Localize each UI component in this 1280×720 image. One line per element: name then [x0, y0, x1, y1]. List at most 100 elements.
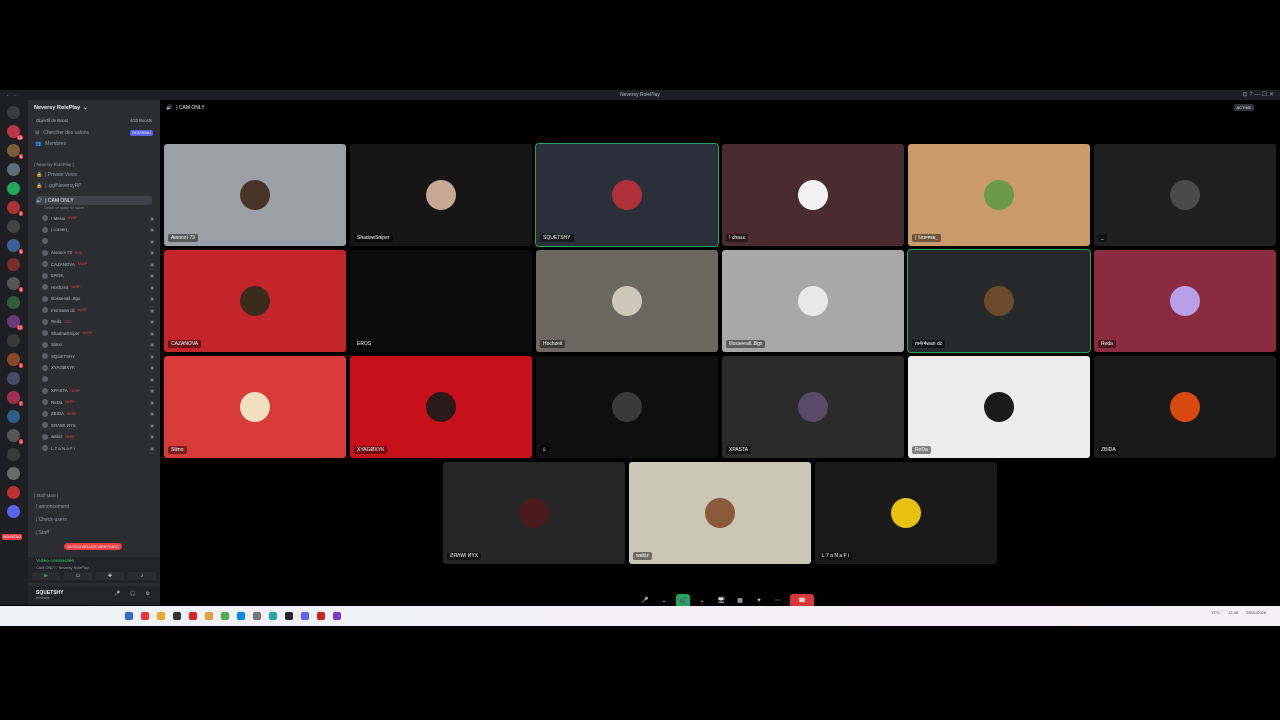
- video-tile[interactable]: Reda: [1094, 250, 1276, 352]
- video-tile[interactable]: ƧЯΛWI ИYX: [443, 462, 625, 564]
- server-icon[interactable]: [7, 410, 20, 423]
- taskbar-app-icon[interactable]: [221, 612, 229, 620]
- video-tile[interactable]: SQUETSHY: [535, 143, 719, 247]
- voice-member[interactable]: ZBIDA NVRP ▣: [42, 410, 154, 418]
- taskbar-app-icon[interactable]: [205, 612, 213, 620]
- voice-member[interactable]: ▣: [42, 237, 154, 245]
- voice-member[interactable]: m4r4wan dz NVRP ▣: [42, 306, 154, 314]
- user-controls[interactable]: 🎤 🎧 ⚙: [114, 591, 154, 597]
- browse-channels-item[interactable]: ⊞ Chercher des salons NOUVEAU: [32, 127, 156, 138]
- server-icon[interactable]: [7, 296, 20, 309]
- activities-button[interactable]: ✚: [96, 572, 124, 580]
- server-icon[interactable]: 4: [7, 429, 23, 444]
- server-icon[interactable]: [7, 486, 20, 499]
- clock-time[interactable]: 17:36: [1228, 610, 1238, 615]
- taskbar-app-icon[interactable]: [301, 612, 309, 620]
- voice-member[interactable]: EROS ▣: [42, 272, 154, 280]
- server-icon[interactable]: [7, 163, 20, 176]
- server-icon[interactable]: [7, 220, 20, 233]
- user-panel[interactable]: SQUETSHY Invisible 🎤 🎧 ⚙: [28, 586, 160, 605]
- channel-invite[interactable]: 🔒 | .gg/NeversyRP: [36, 181, 152, 190]
- voice-member[interactable]: Aiooooï 73 EOS ▣: [42, 249, 154, 257]
- voice-member[interactable]: SQUETSHY ▣: [42, 352, 154, 360]
- taskbar-app-icon[interactable]: [141, 612, 149, 620]
- video-tile[interactable]: _: [1094, 144, 1276, 246]
- video-tile[interactable]: ReDa: [908, 356, 1090, 458]
- guild-header[interactable]: Neversy RolePlay ⌄: [28, 100, 160, 116]
- weather[interactable]: 17°C: [1211, 610, 1220, 615]
- voice-member[interactable]: Slimo ▣: [42, 341, 154, 349]
- channel-cam-only[interactable]: 🔊 | CAM ONLY: [36, 196, 152, 205]
- server-icon[interactable]: [7, 372, 20, 385]
- video-tile[interactable]: Aiooooï 73: [164, 144, 346, 246]
- server-icon[interactable]: [7, 106, 20, 119]
- voice-member[interactable]: XPASTA OSRP ▣: [42, 387, 154, 395]
- server-icon[interactable]: [7, 182, 20, 195]
- channel-announcement[interactable]: | annoncement: [36, 502, 152, 511]
- video-tile[interactable]: m4r4wan dz: [907, 249, 1091, 353]
- voice-member[interactable]: XYAGØXYK ▣: [42, 364, 154, 372]
- voice-member[interactable]: ! Messi NVRP ▣: [42, 214, 154, 222]
- members-item[interactable]: 👥 Membres: [32, 138, 156, 149]
- server-icon[interactable]: 16: [7, 125, 23, 140]
- server-icon[interactable]: 9: [7, 144, 23, 159]
- category-neversy[interactable]: | Neversy RolePlay |: [34, 162, 74, 167]
- server-icon[interactable]: 3: [7, 277, 23, 292]
- server-icon[interactable]: 12: [7, 315, 23, 330]
- video-tile[interactable]: EROS: [350, 250, 532, 352]
- voice-location[interactable]: CAM ONLY / Neversy RolePlay: [36, 566, 89, 570]
- voice-member[interactable]: Reda OSC ▣: [42, 318, 154, 326]
- window-controls[interactable]: ⊡ ? — ☐ ✕: [1243, 91, 1274, 98]
- video-tile[interactable]: ! ꜱhaꜱꜱ: [722, 144, 904, 246]
- taskbar-app-icon[interactable]: [189, 612, 197, 620]
- voice-member[interactable]: wabiz NVRP ▣: [42, 433, 154, 441]
- taskbar-app-icon[interactable]: [237, 612, 245, 620]
- voice-member[interactable]: ƧЯΛWI ИYX ▣: [42, 421, 154, 429]
- voice-member[interactable]: Hochzeit NVRP ▣: [42, 283, 154, 291]
- new-mentions-badge[interactable]: 16 NOUVELLES MENTIONS: [64, 543, 122, 550]
- server-icon[interactable]: 5: [7, 239, 23, 254]
- server-icon[interactable]: 1: [7, 353, 23, 368]
- video-tile[interactable]: Illosseeall..Bgx: [722, 250, 904, 352]
- taskbar-app-icon[interactable]: [157, 612, 165, 620]
- video-tile[interactable]: | 𝕊ᴋɪᴘᴘᴇʀ_: [908, 144, 1090, 246]
- voice-member[interactable]: CAZANOVA NVRP ▣: [42, 260, 154, 268]
- video-tile[interactable]: wabiz: [629, 462, 811, 564]
- voice-member[interactable]: ▣: [42, 375, 154, 383]
- taskbar-app-icon[interactable]: [253, 612, 261, 620]
- boost-progress[interactable]: Objectif de Boost 4/33 Boosts: [32, 116, 156, 125]
- video-tile[interactable]: Hochzeit: [536, 250, 718, 352]
- server-icon[interactable]: [7, 448, 20, 461]
- taskbar-app-icon[interactable]: [333, 612, 341, 620]
- channel-staff[interactable]: | Staff: [36, 528, 152, 537]
- video-tile[interactable]: XPASTA: [722, 356, 904, 458]
- voice-member[interactable]: ShadowSniper NVRP ▣: [42, 329, 154, 337]
- channel-private-voice[interactable]: 🔒 | Private Voice: [36, 170, 152, 179]
- voice-member[interactable]: L 7 a N a F i ▣: [42, 444, 154, 452]
- video-tile[interactable]: ZBIDA: [1094, 356, 1276, 458]
- soundboard-button[interactable]: ♪: [128, 572, 156, 580]
- server-icon[interactable]: [7, 334, 20, 347]
- clock-date[interactable]: 25/01/2026: [1246, 610, 1266, 615]
- video-tile[interactable]: Slimo: [164, 356, 346, 458]
- camera-button[interactable]: ▶: [32, 572, 60, 580]
- voice-status[interactable]: Vidéo connectée: [36, 559, 74, 564]
- channel-check-users[interactable]: | Check-users: [36, 515, 152, 524]
- taskbar-app-icon[interactable]: [125, 612, 133, 620]
- server-icon[interactable]: [7, 258, 20, 271]
- video-tile[interactable]: L 7 a N a F i: [815, 462, 997, 564]
- taskbar-app-icon[interactable]: [173, 612, 181, 620]
- taskbar-app-icon[interactable]: [317, 612, 325, 620]
- taskbar-app-icon[interactable]: [285, 612, 293, 620]
- server-icon[interactable]: [7, 467, 20, 480]
- video-tile[interactable]: XYAGØXYK: [350, 356, 532, 458]
- screen-share-button[interactable]: ▭: [64, 572, 92, 580]
- video-tile[interactable]: ﾑ: [536, 356, 718, 458]
- voice-member[interactable]: | coreen_ ▣: [42, 226, 154, 234]
- video-tile[interactable]: ShadowSniper: [350, 144, 532, 246]
- category-staff[interactable]: | Staff Main |: [34, 493, 58, 498]
- taskbar-app-icon[interactable]: [269, 612, 277, 620]
- server-icon[interactable]: 2: [7, 201, 23, 216]
- server-icon[interactable]: [7, 505, 20, 518]
- video-tile[interactable]: CAZANOVA: [164, 250, 346, 352]
